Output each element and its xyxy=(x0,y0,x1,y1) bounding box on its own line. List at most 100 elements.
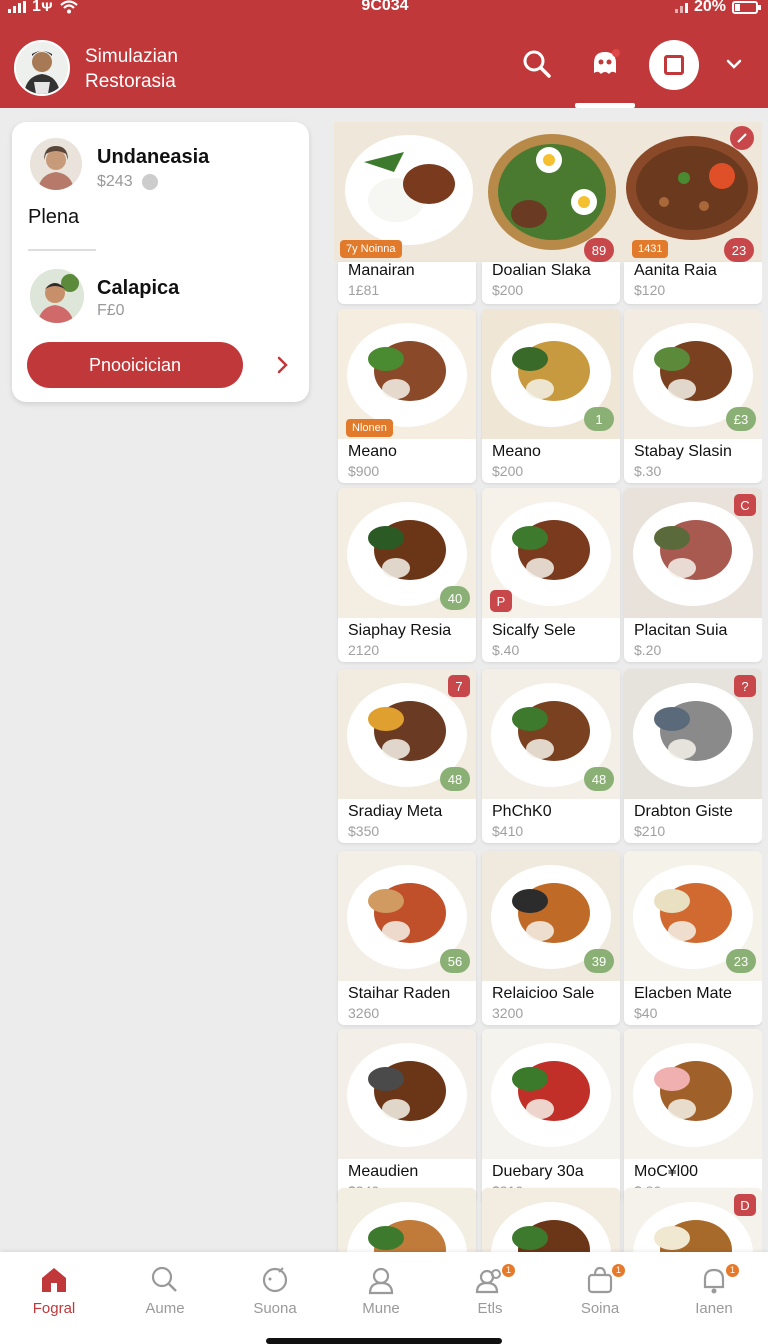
bookmark-icon xyxy=(737,133,747,143)
menu-card[interactable]: Sradiay Meta $350 48 7 xyxy=(338,669,476,843)
status-bar: 1ᴪ 9C034 20% xyxy=(0,0,768,20)
banner-tag: 7y Noinna xyxy=(340,240,402,258)
menu-item-name: Stabay Slasin xyxy=(634,443,732,460)
menu-card[interactable]: Aanita Raia $120 xyxy=(624,262,762,304)
count-badge: 1 xyxy=(584,407,614,431)
menu-card[interactable]: Elacben Mate $40 23 xyxy=(624,851,762,1025)
menu-item-price: $120 xyxy=(634,282,666,298)
menu-item-name: Aanita Raia xyxy=(634,262,717,279)
nav-item-aume[interactable]: Aume xyxy=(115,1262,215,1332)
menu-card[interactable]: Meaudien$240 xyxy=(338,1029,476,1203)
nav-label: Fogral xyxy=(32,1300,76,1317)
menu-card[interactable] xyxy=(482,1188,620,1254)
count-badge: 39 xyxy=(584,949,614,973)
search-icon xyxy=(523,50,551,78)
divider xyxy=(28,249,96,251)
status-time: 9C034 xyxy=(361,0,409,14)
user-detail: $243 xyxy=(97,173,133,190)
favorite-badge[interactable]: ? xyxy=(734,675,756,697)
menu-card[interactable]: Meano $900 Nlonen xyxy=(338,309,476,483)
favorite-badge[interactable]: C xyxy=(734,494,756,516)
favorite-badge[interactable]: D xyxy=(734,1194,756,1216)
nav-item-suona[interactable]: Suona xyxy=(225,1262,325,1332)
menu-item-price: 1£81 xyxy=(348,282,380,298)
menu-card[interactable]: Placitan Suia $.20 C xyxy=(624,488,762,662)
count-badge: 23 xyxy=(726,949,756,973)
user-detail: F£0 xyxy=(97,302,125,319)
count-badge: £3 xyxy=(726,407,756,431)
menu-card[interactable]: Siaphay Resia 2120 40 xyxy=(338,488,476,662)
menu-item-name: MoC¥l00 xyxy=(634,1163,699,1180)
notifications-button[interactable] xyxy=(583,42,627,86)
carrier-label: 1ᴪ xyxy=(32,0,53,15)
notification-dot: 1 xyxy=(726,1264,739,1277)
user-avatar[interactable] xyxy=(30,138,82,190)
menu-card[interactable]: MoC¥l00$.80 xyxy=(624,1029,762,1203)
menu-card[interactable]: D xyxy=(624,1188,762,1254)
stop-button[interactable] xyxy=(649,40,699,90)
menu-card[interactable]: Stabay Slasin $.30 £3 xyxy=(624,309,762,483)
favorite-badge[interactable] xyxy=(730,126,754,150)
primary-action-button[interactable]: Pnooicician xyxy=(27,342,243,388)
chat-bubble-icon xyxy=(262,1267,288,1293)
menu-item-name: Elacben Mate xyxy=(634,985,732,1002)
notification-dot: 1 xyxy=(612,1264,625,1277)
menu-card[interactable]: PhChK0 $410 48 xyxy=(482,669,620,843)
menu-card[interactable]: Staihar Raden 3260 56 xyxy=(338,851,476,1025)
nav-item-etls[interactable]: 1 Etls xyxy=(440,1262,540,1332)
menu-item-name: Meano xyxy=(348,443,397,460)
chevron-right-icon xyxy=(277,356,288,374)
menu-item-price: $40 xyxy=(634,1005,658,1021)
battery-percent: 20% xyxy=(693,0,726,15)
nav-label: Aume xyxy=(145,1300,185,1317)
menu-item-name: Meano xyxy=(492,443,541,460)
menu-item-name: Relaicioo Sale xyxy=(492,985,595,1002)
menu-card[interactable]: Meano $200 1 xyxy=(482,309,620,483)
nav-item-mune[interactable]: Mune xyxy=(331,1262,431,1332)
app-title: Simulazian Restorasia xyxy=(85,44,178,94)
menu-item-name: PhChK0 xyxy=(492,803,552,820)
menu-card[interactable]: Sicalfy Sele $.40 P xyxy=(482,488,620,662)
nav-item-soina[interactable]: 1 Soina xyxy=(550,1262,650,1332)
favorite-badge[interactable]: P xyxy=(490,590,512,612)
notification-dot: 1 xyxy=(502,1264,515,1277)
menu-item-name: Siaphay Resia xyxy=(348,622,452,639)
count-badge: 48 xyxy=(584,767,614,791)
search-button[interactable] xyxy=(515,42,559,86)
menu-card[interactable]: Relaicioo Sale 3200 39 xyxy=(482,851,620,1025)
menu-card[interactable]: Manairan 1£81 xyxy=(338,262,476,304)
menu-card[interactable]: Drabton Giste $210? xyxy=(624,669,762,843)
nav-item-ianen[interactable]: 1 Ianen xyxy=(664,1262,764,1332)
menu-item-price: $350 xyxy=(348,823,380,839)
menu-item-name: Sradiay Meta xyxy=(348,803,443,820)
featured-banner[interactable]: 7y Noinna 1431 89 23 xyxy=(334,122,762,262)
next-button[interactable] xyxy=(270,351,296,379)
menu-item-price: $.40 xyxy=(492,642,520,658)
menu-card[interactable]: Doalian Slaka $200 xyxy=(482,262,620,304)
menu-item-price: $200 xyxy=(492,463,524,479)
user-avatar[interactable] xyxy=(30,269,84,323)
nav-label: Mune xyxy=(362,1300,400,1317)
menu-card[interactable] xyxy=(338,1188,476,1254)
nav-item-fogral[interactable]: Fogral xyxy=(4,1262,104,1332)
menu-item-image xyxy=(338,1029,476,1159)
menu-item-name: Placitan Suia xyxy=(634,622,728,639)
profile-avatar[interactable] xyxy=(14,40,70,96)
menu-card[interactable]: Duebary 30a$310 xyxy=(482,1029,620,1203)
menu-item-image xyxy=(624,1029,762,1159)
square-icon xyxy=(664,55,684,75)
favorite-badge[interactable]: 7 xyxy=(448,675,470,697)
menu-item-name: Duebary 30a xyxy=(492,1163,584,1180)
menu-item-name: Drabton Giste xyxy=(634,803,733,820)
user-icon xyxy=(368,1267,394,1295)
nav-label: Suona xyxy=(253,1300,297,1317)
menu-grid: 7y Noinna 1431 89 23 Manairan 1£81 Doalian… xyxy=(334,122,762,1254)
nav-label: Ianen xyxy=(695,1300,733,1317)
menu-item-price: $410 xyxy=(492,823,524,839)
ghost-notification-icon xyxy=(594,49,620,74)
section-label: Plena xyxy=(28,206,80,228)
menu-item-name: Sicalfy Sele xyxy=(492,622,576,639)
menu-item-name: Doalian Slaka xyxy=(492,262,591,279)
dropdown-button[interactable] xyxy=(712,42,756,86)
menu-item-name: Meaudien xyxy=(348,1163,419,1180)
